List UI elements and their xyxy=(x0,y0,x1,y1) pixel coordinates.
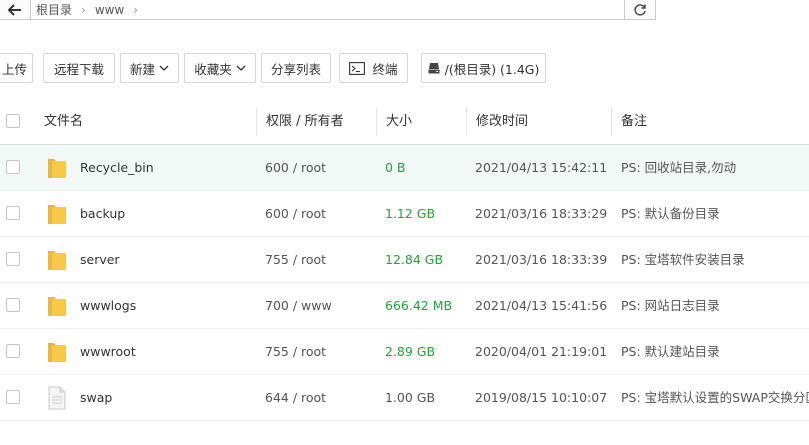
header-note[interactable]: 备注 xyxy=(621,100,647,144)
row-checkbox[interactable] xyxy=(6,160,20,174)
file-note[interactable]: PS: 网站日志目录 xyxy=(621,283,720,328)
chevron-down-icon xyxy=(159,65,169,71)
header-name[interactable]: 文件名 xyxy=(44,100,83,144)
toolbar: 上传 远程下载 新建 收藏夹 分享列表 终端 /(根目录) (1.4G) xyxy=(0,53,809,83)
file-size[interactable]: 1.12 GB xyxy=(385,191,435,236)
remote-download-button[interactable]: 远程下载 xyxy=(43,53,115,83)
favorites-label: 收藏夹 xyxy=(194,61,232,77)
new-button[interactable]: 新建 xyxy=(120,53,179,83)
file-note[interactable]: PS: 默认备份目录 xyxy=(621,191,720,236)
file-name[interactable]: wwwlogs xyxy=(80,283,136,328)
upload-button[interactable]: 上传 xyxy=(0,53,33,83)
file-mtime: 2020/04/01 21:19:01 xyxy=(475,344,608,359)
upload-label: 上传 xyxy=(1,61,27,77)
share-list-label: 分享列表 xyxy=(270,61,321,77)
file-perm[interactable]: 755 / root xyxy=(265,237,326,282)
column-divider xyxy=(466,108,467,136)
file-note[interactable]: PS: 宝塔默认设置的SWAP交换分区... xyxy=(621,375,809,420)
header-size[interactable]: 大小 xyxy=(386,100,412,144)
file-note[interactable]: PS: 回收站目录,勿动 xyxy=(621,145,736,190)
remote-download-label: 远程下载 xyxy=(53,61,104,77)
header-perm[interactable]: 权限 / 所有者 xyxy=(266,100,344,144)
folder-icon xyxy=(48,297,66,316)
terminal-button[interactable]: 终端 xyxy=(339,53,408,83)
chevron-right-icon: › xyxy=(133,2,139,17)
file-size[interactable]: 12.84 GB xyxy=(385,237,443,282)
row-checkbox[interactable] xyxy=(6,390,20,404)
refresh-button[interactable] xyxy=(624,0,656,20)
new-label: 新建 xyxy=(129,61,155,77)
refresh-icon xyxy=(634,3,646,16)
file-size[interactable]: 666.42 MB xyxy=(385,283,452,328)
disk-button[interactable]: /(根目录) (1.4G) xyxy=(421,53,546,83)
file-perm[interactable]: 755 / root xyxy=(265,329,326,374)
table-row[interactable]: swap 644 / root 1.00 GB 2019/08/15 10:10… xyxy=(0,375,809,421)
file-perm[interactable]: 600 / root xyxy=(265,145,326,190)
breadcrumb: 根目录 › www › xyxy=(30,0,624,20)
file-name[interactable]: wwwroot xyxy=(80,329,136,374)
table-row[interactable]: backup 600 / root 1.12 GB 2021/03/16 18:… xyxy=(0,191,809,237)
chevron-right-icon: › xyxy=(81,2,86,17)
table-row[interactable]: server 755 / root 12.84 GB 2021/03/16 18… xyxy=(0,237,809,283)
file-size[interactable]: 2.89 GB xyxy=(385,329,435,374)
file-name[interactable]: backup xyxy=(80,191,125,236)
chevron-down-icon xyxy=(236,65,246,71)
row-checkbox[interactable] xyxy=(6,206,20,220)
file-table: 文件名 权限 / 所有者 大小 修改时间 备注 Recycle_bin 600 … xyxy=(0,100,809,421)
file-icon xyxy=(48,386,66,410)
file-size[interactable]: 0 B xyxy=(385,145,406,190)
folder-icon xyxy=(48,205,66,224)
file-mtime: 2021/03/16 18:33:29 xyxy=(475,206,608,221)
column-divider xyxy=(611,108,612,136)
column-divider xyxy=(376,108,377,136)
share-list-button[interactable]: 分享列表 xyxy=(261,53,331,83)
header-mtime[interactable]: 修改时间 xyxy=(476,100,528,144)
row-checkbox[interactable] xyxy=(6,298,20,312)
file-perm[interactable]: 644 / root xyxy=(265,375,326,420)
table-row[interactable]: wwwlogs 700 / www 666.42 MB 2021/04/13 1… xyxy=(0,283,809,329)
table-row[interactable]: Recycle_bin 600 / root 0 B 2021/04/13 15… xyxy=(0,145,809,191)
folder-icon xyxy=(48,343,66,362)
file-perm[interactable]: 700 / www xyxy=(265,283,332,328)
file-note[interactable]: PS: 宝塔软件安装目录 xyxy=(621,237,745,282)
file-mtime: 2021/04/13 15:41:56 xyxy=(475,298,608,313)
terminal-label: 终端 xyxy=(372,61,398,77)
file-mtime: 2021/04/13 15:42:11 xyxy=(475,160,608,175)
breadcrumb-www[interactable]: www xyxy=(89,3,130,17)
file-size: 1.00 GB xyxy=(385,390,436,405)
file-mtime: 2021/03/16 18:33:39 xyxy=(475,252,608,267)
file-name[interactable]: swap xyxy=(80,375,112,420)
row-checkbox[interactable] xyxy=(6,252,20,266)
disk-label: /(根目录) (1.4G) xyxy=(444,61,540,77)
file-name[interactable]: Recycle_bin xyxy=(80,145,154,190)
table-header: 文件名 权限 / 所有者 大小 修改时间 备注 xyxy=(0,100,809,145)
back-button[interactable] xyxy=(0,0,31,20)
folder-icon xyxy=(48,159,66,178)
file-name[interactable]: server xyxy=(80,237,120,282)
folder-icon xyxy=(48,251,66,270)
arrow-left-icon xyxy=(8,3,21,16)
favorites-button[interactable]: 收藏夹 xyxy=(184,53,256,83)
path-bar: 根目录 › www › xyxy=(0,0,656,20)
select-all-checkbox[interactable] xyxy=(6,114,20,128)
file-note[interactable]: PS: 默认建站目录 xyxy=(621,329,720,374)
file-perm[interactable]: 600 / root xyxy=(265,191,326,236)
table-row[interactable]: wwwroot 755 / root 2.89 GB 2020/04/01 21… xyxy=(0,329,809,375)
breadcrumb-root[interactable]: 根目录 xyxy=(30,1,78,18)
file-mtime: 2019/08/15 10:10:07 xyxy=(475,390,608,405)
terminal-icon xyxy=(349,61,366,75)
disk-icon xyxy=(428,63,440,74)
column-divider xyxy=(256,108,257,136)
row-checkbox[interactable] xyxy=(6,344,20,358)
